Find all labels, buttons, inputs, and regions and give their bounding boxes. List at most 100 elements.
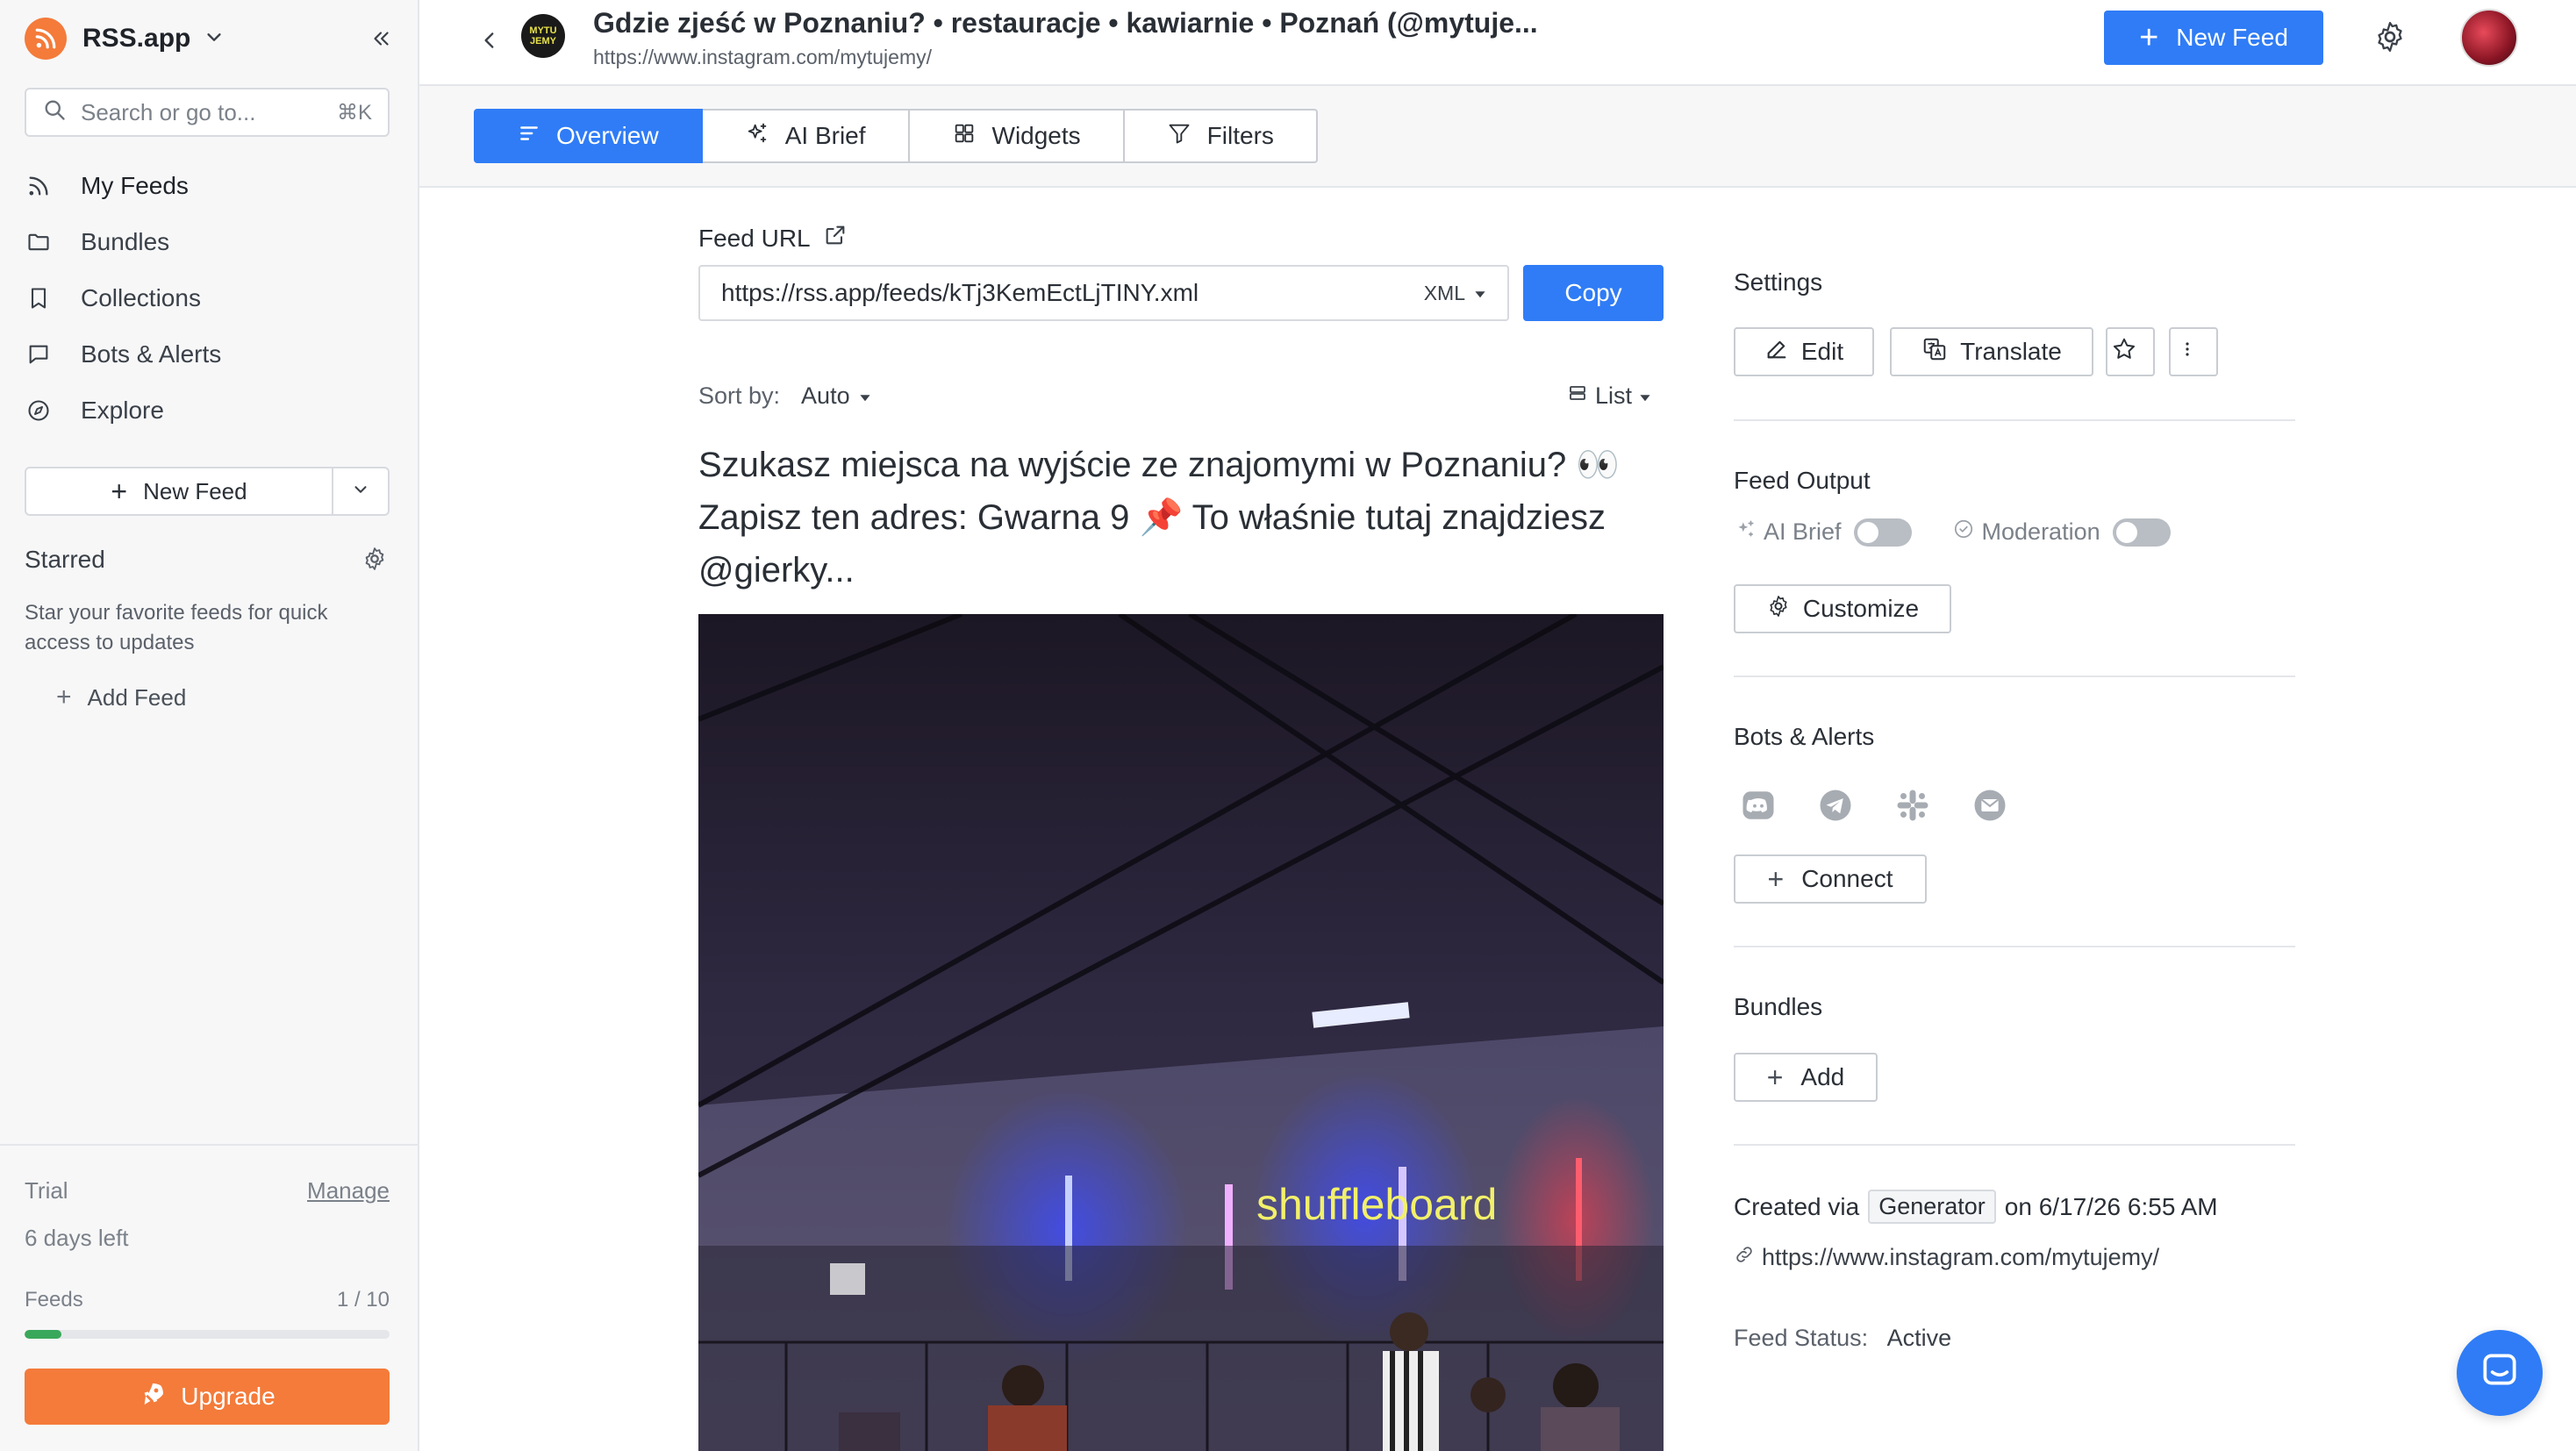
filter-icon <box>1167 121 1207 152</box>
new-feed-button[interactable]: + New Feed <box>2104 11 2323 65</box>
translate-button[interactable]: Translate <box>1890 327 2093 376</box>
tab-ai-brief[interactable]: AI Brief <box>702 109 910 163</box>
created-prefix: Created via <box>1734 1192 1860 1220</box>
bots-alerts-title: Bots & Alerts <box>1734 723 1875 750</box>
add-starred-feed-link[interactable]: + Add Feed <box>56 683 186 712</box>
new-feed-dropdown-button[interactable] <box>332 468 388 514</box>
tab-filters[interactable]: Filters <box>1124 109 1318 163</box>
sort-label: Sort by: <box>698 382 781 409</box>
support-chat-button[interactable] <box>2457 1330 2543 1416</box>
sidebar-item-collections[interactable]: Collections <box>25 270 393 326</box>
post-photo: shuffleboard <box>698 614 1664 1451</box>
sidebar-new-feed-group: + New Feed <box>25 467 390 516</box>
sidebar-item-explore[interactable]: Explore <box>25 382 393 439</box>
feeds-usage-label: Feeds <box>25 1288 83 1312</box>
connect-button[interactable]: + Connect <box>1734 854 1927 904</box>
customize-button[interactable]: Customize <box>1734 584 1951 633</box>
divider <box>1734 1144 2295 1146</box>
chat-support-icon <box>2478 1348 2522 1398</box>
feed-format-value: XML <box>1423 281 1465 304</box>
user-avatar[interactable] <box>2460 9 2518 67</box>
sidebar-item-bundles[interactable]: Bundles <box>25 214 393 270</box>
sort-select[interactable]: Auto <box>801 382 871 410</box>
bookmark-icon <box>25 284 53 312</box>
feed-url-value: https://rss.app/feeds/kTj3KemEctLjTINY.x… <box>721 279 1199 306</box>
source-url-text: https://www.instagram.com/mytujemy/ <box>1762 1244 2160 1270</box>
email-icon[interactable] <box>1971 786 2009 825</box>
sort-value: Auto <box>801 382 850 409</box>
upgrade-label: Upgrade <box>181 1383 275 1410</box>
link-icon <box>1734 1244 1762 1271</box>
feed-format-select[interactable]: XML <box>1424 282 1486 305</box>
caret-down-icon <box>1474 282 1486 305</box>
edit-button[interactable]: Edit <box>1734 327 1874 376</box>
discord-icon[interactable] <box>1739 786 1778 825</box>
tab-label: Filters <box>1206 122 1274 149</box>
star-button[interactable] <box>2106 327 2155 376</box>
copy-url-button[interactable]: Copy <box>1523 265 1664 321</box>
post-image[interactable]: shuffleboard shuffleboard <box>698 614 1664 1451</box>
back-arrow-icon[interactable] <box>472 23 507 58</box>
edit-label: Edit <box>1800 338 1844 365</box>
bots-integrations <box>1739 786 2048 825</box>
sidebar-item-bots-alerts[interactable]: Bots & Alerts <box>25 326 393 382</box>
chevron-down-icon <box>351 477 370 505</box>
feed-source-url: https://www.instagram.com/mytujemy/ <box>593 46 932 68</box>
external-link-icon[interactable] <box>811 223 848 254</box>
view-mode-select[interactable]: List <box>1567 382 1658 410</box>
divider <box>1734 675 2295 677</box>
feeds-usage-count: 1 / 10 <box>336 1288 390 1312</box>
add-bundle-button[interactable]: + Add <box>1734 1053 1878 1102</box>
compass-icon <box>25 397 53 425</box>
search-shortcut: ⌘K <box>336 100 372 125</box>
new-feed-label: New Feed <box>143 477 247 504</box>
tab-label: Overview <box>556 122 659 149</box>
connect-label: Connect <box>1801 865 1893 892</box>
created-info: Created via Generator on 6/17/26 6:55 AM <box>1734 1190 2218 1224</box>
grid-icon <box>952 121 992 152</box>
feed-header: MYTU JEMY Gdzie zjeść w Poznaniu? • rest… <box>419 0 2576 86</box>
translate-icon <box>1921 336 1960 368</box>
created-via-badge: Generator <box>1868 1190 1996 1224</box>
gear-icon[interactable] <box>2372 19 2408 61</box>
plus-icon: + <box>1766 1061 1784 1093</box>
ai-brief-switch[interactable] <box>1853 518 1912 547</box>
feed-status: Feed Status: Active <box>1734 1325 1951 1352</box>
more-vertical-icon <box>2177 338 2210 366</box>
caret-down-icon <box>859 382 871 410</box>
collapse-sidebar-icon[interactable] <box>363 21 398 56</box>
feed-url-label: Feed URL <box>698 223 848 254</box>
check-circle-icon <box>1952 518 1975 547</box>
rocket-icon <box>139 1380 181 1414</box>
search-placeholder: Search or go to... <box>81 98 256 125</box>
starred-description: Star your favorite feeds for quick acces… <box>25 601 328 654</box>
tab-label: AI Brief <box>784 122 866 149</box>
list-view-icon <box>1567 382 1595 410</box>
source-url-link[interactable]: https://www.instagram.com/mytujemy/ <box>1734 1244 2159 1271</box>
settings-title: Settings <box>1734 268 1823 296</box>
feed-url-field[interactable]: https://rss.app/feeds/kTj3KemEctLjTINY.x… <box>698 265 1509 321</box>
feed-status-label: Feed Status: <box>1734 1325 1869 1351</box>
moderation-switch[interactable] <box>2112 518 2171 547</box>
moderation-label: Moderation <box>1981 518 2100 545</box>
manage-plan-link[interactable]: Manage <box>307 1177 390 1204</box>
starred-settings-icon[interactable] <box>361 546 388 578</box>
tab-label: Widgets <box>991 122 1081 149</box>
sidebar-new-feed-button[interactable]: + New Feed <box>26 468 332 514</box>
rss-logo-icon <box>25 18 67 60</box>
upgrade-button[interactable]: Upgrade <box>25 1369 390 1425</box>
search-input[interactable]: Search or go to... ⌘K <box>25 88 390 137</box>
feed-status-value: Active <box>1886 1325 1952 1351</box>
workspace-switcher[interactable]: RSS.app <box>25 18 224 60</box>
sidebar-item-label: My Feeds <box>81 172 189 199</box>
feed-url-label-text: Feed URL <box>698 224 811 252</box>
plus-icon: + <box>2139 18 2159 56</box>
more-options-button[interactable] <box>2169 327 2218 376</box>
view-mode-value: List <box>1595 382 1633 409</box>
post-title[interactable]: Szukasz miejsca na wyjście ze znajomymi … <box>698 439 1672 597</box>
sidebar-item-my-feeds[interactable]: My Feeds <box>25 158 393 214</box>
telegram-icon[interactable] <box>1816 786 1855 825</box>
tab-widgets[interactable]: Widgets <box>909 109 1125 163</box>
slack-icon[interactable] <box>1893 786 1932 825</box>
tab-overview[interactable]: Overview <box>474 109 703 163</box>
